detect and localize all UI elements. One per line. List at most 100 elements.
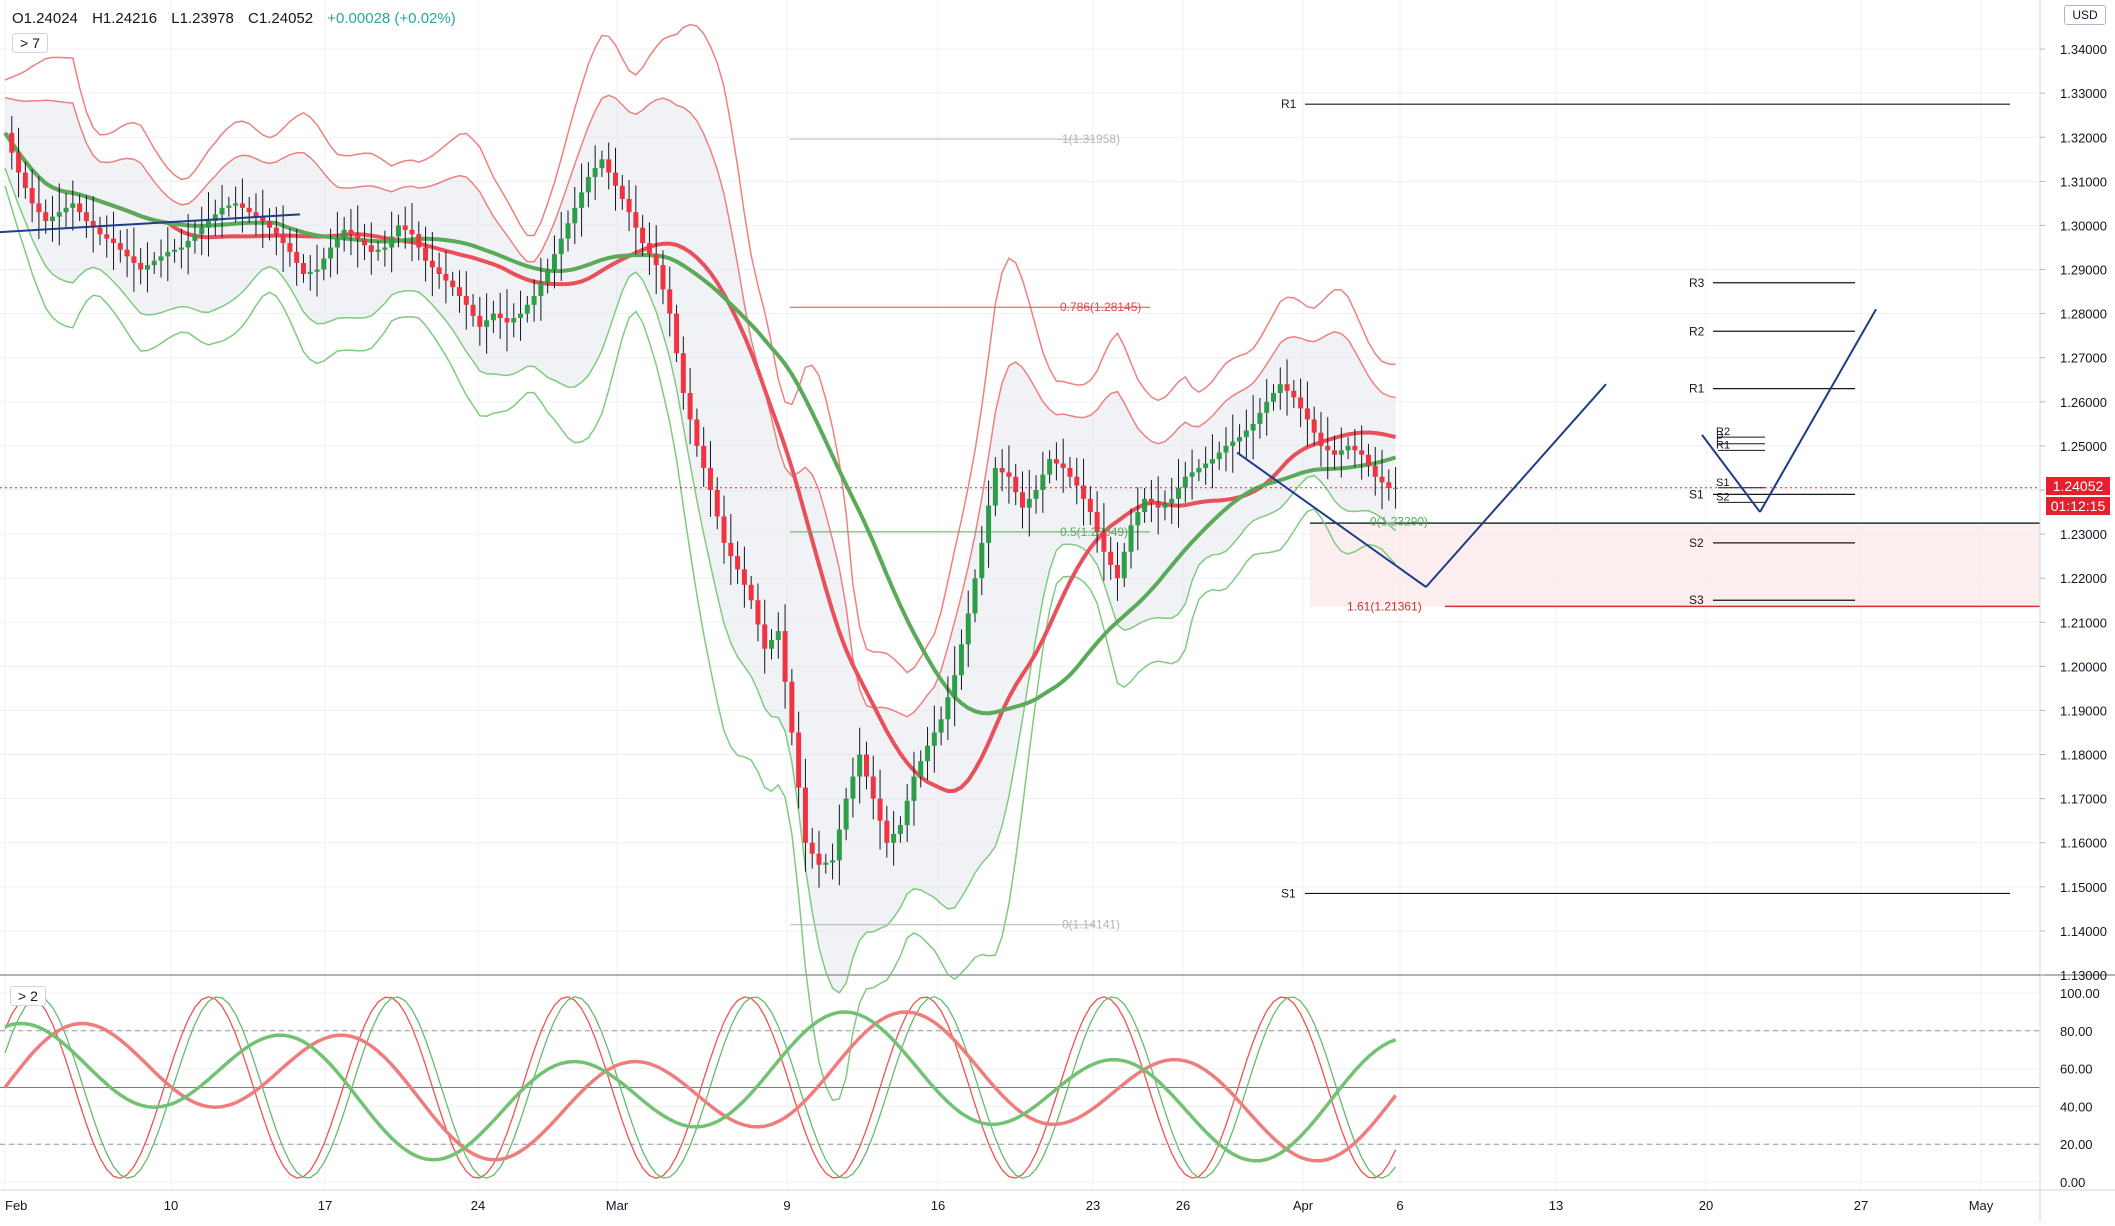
bear-candle — [626, 199, 632, 213]
bull-candle — [1230, 441, 1236, 446]
bear-candle — [287, 243, 293, 252]
bear-candle — [280, 234, 286, 244]
price-tick-label: 1.19000 — [2060, 703, 2107, 718]
bull-candle — [1216, 452, 1222, 460]
bull-candle — [56, 212, 62, 217]
price-tick-label: 1.33000 — [2060, 86, 2107, 101]
bear-candle — [653, 254, 659, 266]
time-tick-label: 24 — [471, 1198, 485, 1213]
bull-candle — [1162, 503, 1168, 508]
support-zone-rect — [1310, 523, 2040, 607]
bull-candle — [328, 247, 334, 259]
bear-candle — [355, 234, 361, 239]
bear-candle — [1094, 512, 1100, 532]
bull-candle — [518, 313, 524, 319]
bull-candle — [1128, 525, 1134, 552]
bull-candle — [192, 234, 198, 241]
bull-candle — [545, 269, 551, 283]
bull-candle — [1209, 459, 1215, 464]
bull-candle — [1176, 487, 1182, 499]
bear-candle — [117, 243, 123, 250]
projection-up — [1759, 308, 1877, 513]
bear-candle — [714, 490, 720, 517]
bull-candle — [775, 631, 781, 640]
osc-slow-green — [4, 1010, 1397, 1163]
bull-candle — [1250, 423, 1256, 431]
bear-candle — [1081, 485, 1087, 499]
bear-candle — [1101, 531, 1107, 552]
bull-candle — [1277, 384, 1283, 393]
time-tick-label: 26 — [1176, 1198, 1190, 1213]
bear-candle — [1332, 450, 1338, 455]
bear-candle — [1365, 454, 1371, 466]
bear-candle — [1311, 419, 1317, 433]
bull-candle — [972, 578, 978, 614]
bull-candle — [49, 216, 55, 222]
bear-candle — [735, 556, 741, 570]
bull-candle — [1142, 498, 1148, 513]
bear-candle — [9, 132, 15, 153]
bull-candle — [490, 313, 496, 321]
bear-candle — [748, 584, 754, 601]
bull-candle — [1257, 412, 1263, 424]
bull-candle — [538, 282, 544, 296]
bull-candle — [572, 207, 578, 224]
bear-candle — [619, 185, 625, 199]
osc-tick-label: 80.00 — [2060, 1024, 2093, 1039]
support-zone — [1310, 522, 2040, 608]
bear-candle — [667, 289, 673, 314]
price-tick-label: 1.21000 — [2060, 615, 2107, 630]
bull-candle — [1040, 474, 1046, 490]
ohlc-legend: O1.24024 H1.24216 L1.23978 C1.24052 +0.0… — [12, 10, 466, 27]
bear-candle — [1318, 432, 1324, 446]
bear-candle — [613, 172, 618, 186]
fib-1-label: 1(1.31958) — [1062, 132, 1120, 146]
bull-candle — [1338, 450, 1344, 455]
bear-candle — [267, 221, 273, 228]
bear-candle — [239, 203, 245, 208]
bear-candle — [436, 267, 442, 274]
pivot-s2-label: S2 — [1689, 536, 1704, 550]
bollinger-bands — [3, 23, 1397, 1102]
bear-candle — [131, 256, 137, 263]
bear-candle — [43, 212, 49, 222]
bull-candle — [911, 776, 917, 801]
bear-candle — [409, 229, 415, 235]
bear-candle — [816, 853, 822, 865]
time-tick-label: 13 — [1549, 1198, 1563, 1213]
bull-candle — [1393, 487, 1399, 489]
bull-candle — [178, 247, 184, 250]
bull-candle — [599, 159, 605, 169]
price-tick-label: 1.13000 — [2060, 968, 2107, 983]
fib-0786-label: 0.786(1.28145) — [1060, 300, 1141, 314]
bear-candle — [77, 203, 83, 213]
bull-candle — [1270, 393, 1276, 402]
indicators-toggle[interactable]: > 7 — [12, 33, 48, 53]
price-tick-label: 1.15000 — [2060, 880, 2107, 895]
bull-candle — [850, 776, 856, 799]
bear-candle — [1352, 445, 1358, 451]
time-tick-label: 10 — [164, 1198, 178, 1213]
bull-candle — [769, 639, 775, 649]
bull-candle — [931, 732, 937, 746]
price-tick-label: 1.16000 — [2060, 836, 2107, 851]
bear-candle — [423, 247, 429, 261]
bull-candle — [958, 644, 964, 676]
bull-candle — [382, 247, 388, 250]
time-tick-label: Feb — [5, 1198, 27, 1213]
currency-badge[interactable]: USD — [2064, 5, 2106, 25]
time-tick-label: 16 — [931, 1198, 945, 1213]
bear-candle — [463, 296, 469, 305]
bull-candle — [307, 271, 313, 274]
oscillator-toggle[interactable]: > 2 — [10, 986, 46, 1006]
price-tick-label: 1.23000 — [2060, 527, 2107, 542]
pivot-s1-label: S1 — [1689, 487, 1704, 501]
bull-candle — [979, 542, 985, 579]
bull-candle — [1189, 472, 1195, 477]
bear-candle — [362, 238, 368, 246]
chart-canvas[interactable]: R1 S1 R3 R2 R1 S1 S2 S3 1(1.31958) 0.786(1.28145)… — [0, 0, 2115, 1221]
bear-candle — [660, 265, 666, 290]
osc-tick-label: 60.00 — [2060, 1062, 2093, 1077]
bull-candle — [1345, 445, 1351, 451]
pivot-s1-outer-label: S1 — [1281, 886, 1296, 900]
